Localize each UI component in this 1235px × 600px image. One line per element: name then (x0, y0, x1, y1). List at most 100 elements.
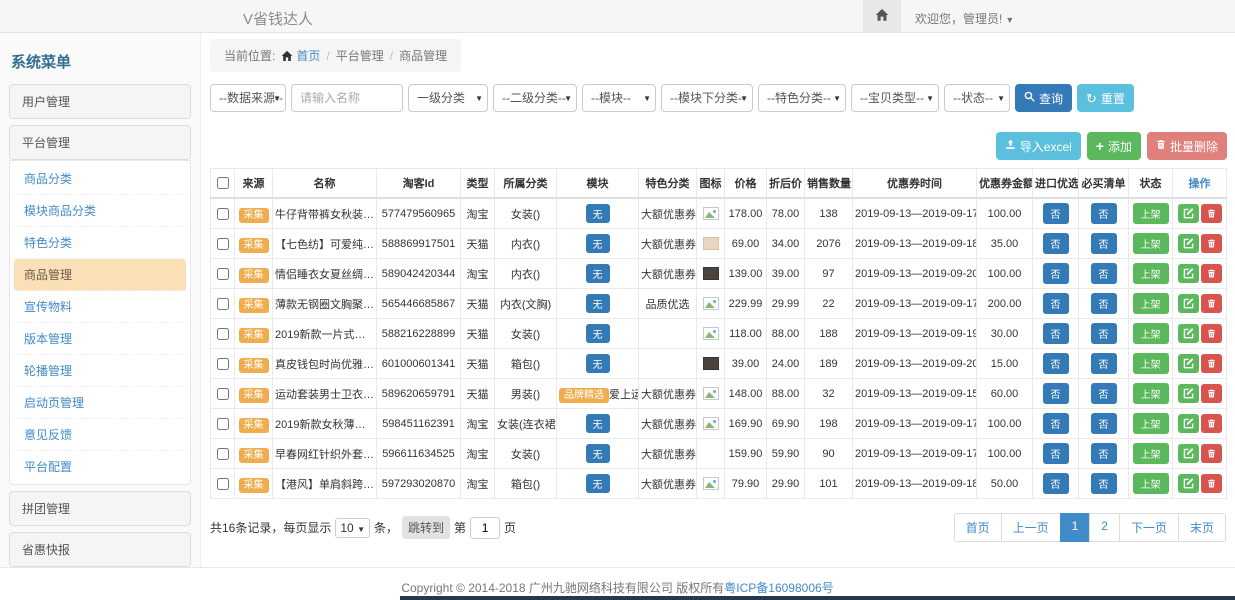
status-toggle[interactable]: 上架 (1133, 293, 1169, 314)
breadcrumb-item[interactable]: 平台管理 (336, 49, 384, 63)
page-button[interactable]: 上一页 (1001, 513, 1061, 542)
must-buy-toggle[interactable]: 否 (1091, 203, 1117, 224)
delete-button[interactable] (1201, 234, 1222, 253)
import-select-toggle[interactable]: 否 (1043, 413, 1069, 434)
must-buy-toggle[interactable]: 否 (1091, 323, 1117, 344)
row-checkbox[interactable] (217, 358, 229, 370)
row-checkbox[interactable] (217, 268, 229, 280)
sidebar-item[interactable]: 轮播管理 (14, 355, 186, 387)
user-menu[interactable]: 欢迎您，管理员!▼ (915, 10, 1014, 27)
edit-button[interactable] (1178, 444, 1199, 463)
delete-button[interactable] (1201, 264, 1222, 283)
sidebar-item[interactable]: 宣传物料 (14, 291, 186, 323)
module-sub-select[interactable]: --模块下分类--▼ (661, 84, 753, 112)
edit-button[interactable] (1178, 294, 1199, 313)
status-toggle[interactable]: 上架 (1133, 323, 1169, 344)
category2-select[interactable]: --二级分类--▼ (493, 84, 577, 112)
must-buy-toggle[interactable]: 否 (1091, 383, 1117, 404)
import-select-toggle[interactable]: 否 (1043, 473, 1069, 494)
home-button[interactable] (863, 0, 901, 32)
status-toggle[interactable]: 上架 (1133, 383, 1169, 404)
sidebar-group[interactable]: 省惠快报 (9, 532, 191, 567)
feature-category-select[interactable]: --特色分类--▼ (758, 84, 846, 112)
select-all-checkbox[interactable] (217, 177, 229, 189)
row-checkbox[interactable] (217, 328, 229, 340)
must-buy-toggle[interactable]: 否 (1091, 233, 1117, 254)
status-toggle[interactable]: 上架 (1133, 233, 1169, 254)
sidebar-item[interactable]: 商品管理 (14, 259, 186, 291)
status-toggle[interactable]: 上架 (1133, 203, 1169, 224)
import-select-toggle[interactable]: 否 (1043, 203, 1069, 224)
jump-page-input[interactable] (470, 517, 500, 539)
status-toggle[interactable]: 上架 (1133, 413, 1169, 434)
per-page-select[interactable]: 10 ▼ (335, 518, 370, 538)
sidebar-item[interactable]: 模块商品分类 (14, 195, 186, 227)
sidebar-item[interactable]: 特色分类 (14, 227, 186, 259)
status-toggle[interactable]: 上架 (1133, 353, 1169, 374)
sidebar-item[interactable]: 版本管理 (14, 323, 186, 355)
add-button[interactable]: + 添加 (1087, 132, 1141, 160)
row-checkbox[interactable] (217, 238, 229, 250)
module-select[interactable]: --模块--▼ (582, 84, 656, 112)
page-button[interactable]: 末页 (1178, 513, 1226, 542)
must-buy-toggle[interactable]: 否 (1091, 473, 1117, 494)
sidebar-group[interactable]: 平台管理 (9, 125, 191, 160)
must-buy-toggle[interactable]: 否 (1091, 263, 1117, 284)
must-buy-toggle[interactable]: 否 (1091, 353, 1117, 374)
edit-button[interactable] (1178, 264, 1199, 283)
import-select-toggle[interactable]: 否 (1043, 233, 1069, 254)
sidebar-item[interactable]: 商品分类 (14, 163, 186, 195)
icp-link[interactable]: 粤ICP备16098006号 (724, 581, 833, 595)
edit-button[interactable] (1178, 414, 1199, 433)
row-checkbox[interactable] (217, 298, 229, 310)
batch-delete-button[interactable]: 批量删除 (1147, 132, 1227, 160)
import-select-toggle[interactable]: 否 (1043, 263, 1069, 284)
sidebar-item[interactable]: 意见反馈 (14, 419, 186, 451)
status-toggle[interactable]: 上架 (1133, 443, 1169, 464)
status-select[interactable]: --状态--▼ (944, 84, 1010, 112)
import-select-toggle[interactable]: 否 (1043, 443, 1069, 464)
jump-button[interactable]: 跳转到 (402, 516, 450, 539)
breadcrumb-home-link[interactable]: 首页 (296, 49, 320, 63)
name-search-input[interactable] (291, 84, 403, 112)
delete-button[interactable] (1201, 414, 1222, 433)
sidebar-item[interactable]: 启动页管理 (14, 387, 186, 419)
page-button[interactable]: 下一页 (1119, 513, 1179, 542)
page-button[interactable]: 2 (1089, 513, 1120, 542)
import-select-toggle[interactable]: 否 (1043, 383, 1069, 404)
row-checkbox[interactable] (217, 388, 229, 400)
edit-button[interactable] (1178, 384, 1199, 403)
delete-button[interactable] (1201, 444, 1222, 463)
edit-button[interactable] (1178, 324, 1199, 343)
search-button[interactable]: 查询 (1015, 84, 1072, 112)
sidebar-group[interactable]: 用户管理 (9, 84, 191, 119)
delete-button[interactable] (1201, 474, 1222, 493)
import-select-toggle[interactable]: 否 (1043, 323, 1069, 344)
import-select-toggle[interactable]: 否 (1043, 293, 1069, 314)
row-checkbox[interactable] (217, 208, 229, 220)
delete-button[interactable] (1201, 384, 1222, 403)
category1-select[interactable]: 一级分类▼ (408, 84, 488, 112)
must-buy-toggle[interactable]: 否 (1091, 443, 1117, 464)
must-buy-toggle[interactable]: 否 (1091, 413, 1117, 434)
delete-button[interactable] (1201, 294, 1222, 313)
import-excel-button[interactable]: 导入excel (996, 132, 1081, 160)
edit-button[interactable] (1178, 474, 1199, 493)
delete-button[interactable] (1201, 354, 1222, 373)
item-type-select[interactable]: --宝贝类型--▼ (851, 84, 939, 112)
status-toggle[interactable]: 上架 (1133, 473, 1169, 494)
reset-button[interactable]: ↻ 重置 (1077, 84, 1134, 112)
edit-button[interactable] (1178, 234, 1199, 253)
edit-button[interactable] (1178, 204, 1199, 223)
row-checkbox[interactable] (217, 448, 229, 460)
edit-button[interactable] (1178, 354, 1199, 373)
sidebar-item[interactable]: 平台配置 (14, 451, 186, 482)
page-button[interactable]: 首页 (954, 513, 1002, 542)
delete-button[interactable] (1201, 204, 1222, 223)
data-source-select[interactable]: --数据来源--▼ (210, 84, 286, 112)
delete-button[interactable] (1201, 324, 1222, 343)
row-checkbox[interactable] (217, 478, 229, 490)
page-button[interactable]: 1 (1060, 513, 1091, 542)
must-buy-toggle[interactable]: 否 (1091, 293, 1117, 314)
status-toggle[interactable]: 上架 (1133, 263, 1169, 284)
